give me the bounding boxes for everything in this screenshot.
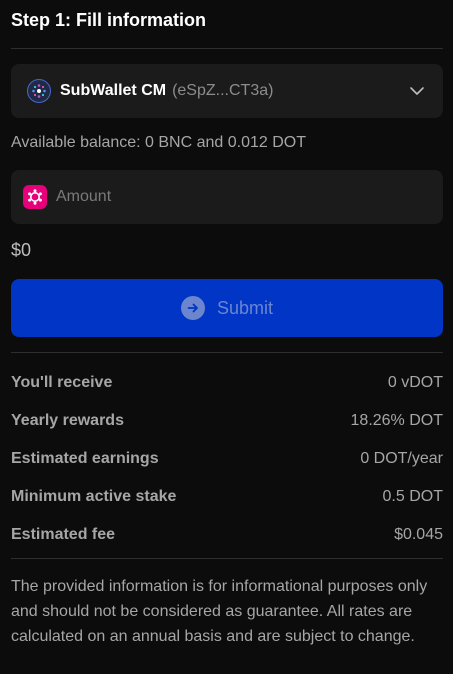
divider [11,352,443,353]
divider [11,558,443,559]
stake-info-list: You'll receive 0 vDOT Yearly rewards 18.… [11,364,443,554]
info-value: $0.045 [394,526,443,543]
step-title: Step 1: Fill information [11,10,207,30]
submit-label: Submit [216,297,274,318]
amount-field[interactable] [11,170,443,224]
info-label: Minimum active stake [11,488,177,505]
info-label: Estimated fee [11,526,116,543]
polkadot-token-icon [23,185,47,209]
account-name: SubWallet CM [60,82,167,99]
disclaimer-text: The provided information is for informat… [11,578,428,645]
info-row-estimated-fee: Estimated fee $0.045 [11,516,443,554]
chevron-down-icon[interactable] [407,81,427,101]
divider [11,48,443,49]
available-balance: Available balance: 0 BNC and 0.012 DOT [11,134,306,151]
info-label: Yearly rewards [11,412,124,429]
info-value: 0 vDOT [387,374,443,391]
amount-input[interactable] [56,188,431,206]
account-selector[interactable]: SubWallet CM (eSpZ...CT3a) [11,64,443,118]
info-value: 18.26% DOT [350,412,443,429]
info-value: 0 DOT/year [360,450,443,467]
usd-value: $0 [11,240,32,260]
arrow-right-circle-icon [180,296,205,320]
info-label: Estimated earnings [11,450,159,467]
account-address: (eSpZ...CT3a) [172,82,274,99]
info-row-estimated-earnings: Estimated earnings 0 DOT/year [11,440,443,478]
subwallet-logo-icon [27,79,51,103]
info-row-yearly-rewards: Yearly rewards 18.26% DOT [11,402,443,440]
info-row-minimum-stake: Minimum active stake 0.5 DOT [11,478,443,516]
info-label: You'll receive [11,374,113,391]
info-value: 0.5 DOT [382,488,443,505]
info-row-receive: You'll receive 0 vDOT [11,364,443,402]
stake-form-page: Step 1: Fill information SubWallet CM (e… [0,0,453,674]
submit-button[interactable]: Submit [11,279,443,337]
